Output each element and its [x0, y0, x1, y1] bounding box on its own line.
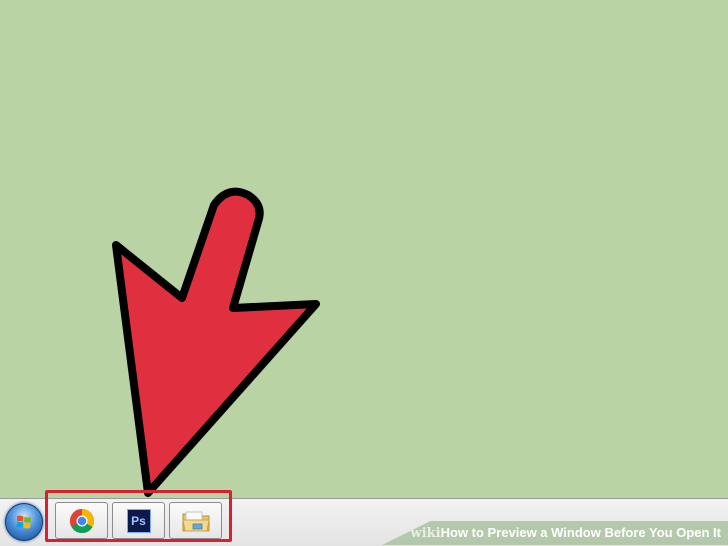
watermark-title: How to Preview a Window Before You Open … — [440, 525, 721, 540]
red-arrow-annotation — [112, 187, 320, 497]
wikihow-watermark: wikiHow to Preview a Window Before You O… — [382, 521, 728, 545]
start-button[interactable] — [5, 503, 43, 541]
highlight-box — [45, 490, 232, 542]
windows-logo-icon — [16, 515, 31, 529]
